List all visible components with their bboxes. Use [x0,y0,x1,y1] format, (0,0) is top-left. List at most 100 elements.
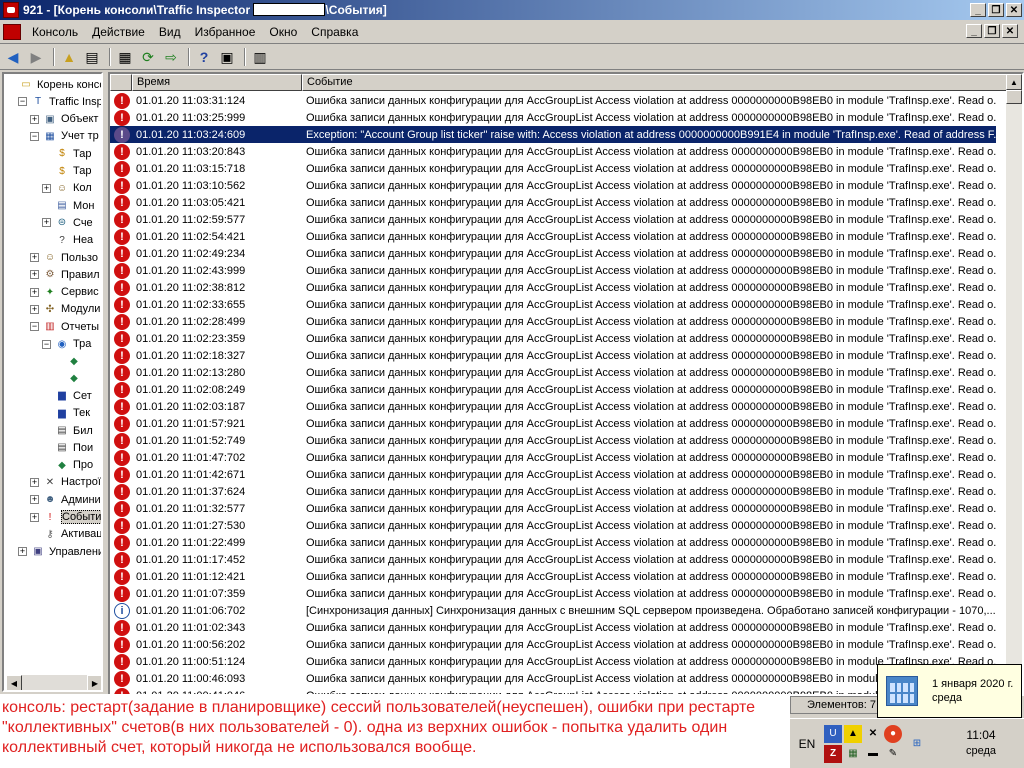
event-row[interactable]: ! 01.01.20 11:03:05:421 Ошибка записи данн… [110,194,996,211]
tree-item[interactable]: − ▥ Отчеты [30,318,99,335]
event-row[interactable]: i 01.01.20 11:01:06:702 [Синхронизация дан… [110,602,996,619]
event-row[interactable]: ! 01.01.20 11:01:52:749 Ошибка записи данн… [110,432,996,449]
tree-item[interactable]: ⚷ Активац [30,526,101,543]
tree-item[interactable]: + ▣ Управлени [18,543,101,560]
show-tree-icon[interactable]: ▤ [82,47,102,67]
event-row[interactable]: ! 01.01.20 11:01:22:499 Ошибка записи данн… [110,534,996,551]
event-row[interactable]: ! 01.01.20 11:01:17:452 Ошибка записи данн… [110,551,996,568]
menu-item[interactable]: Вид [152,25,188,39]
expand-icon[interactable]: + [30,287,39,297]
expand-icon[interactable]: + [30,477,39,487]
shield-icon[interactable]: ● [884,724,902,743]
refresh-icon[interactable]: ⟳ [138,47,158,67]
warning-icon[interactable]: ▲ [844,724,862,743]
network-connection-icon[interactable]: ⊞ [908,735,926,753]
event-row[interactable]: ! 01.01.20 11:01:12:421 Ошибка записи данн… [110,568,996,585]
event-row[interactable]: ! 01.01.20 11:01:37:624 Ошибка записи данн… [110,483,996,500]
tree-item[interactable]: ▤ Мон [42,197,94,214]
tree-item[interactable]: ◆ [54,370,85,387]
tree-item[interactable]: ▤ Бил [42,422,93,439]
up-folder-icon[interactable]: ▲ [59,47,79,67]
tree-item[interactable]: + ☺ Пользо [30,249,98,266]
event-row[interactable]: ! 01.01.20 11:00:56:202 Ошибка записи данн… [110,636,996,653]
drive-icon[interactable]: ▬ [864,745,882,763]
menu-item[interactable]: Справка [304,25,365,39]
tree-item[interactable]: ▆ Сет [42,387,92,404]
event-row[interactable]: ! 01.01.20 11:03:20:843 Ошибка записи данн… [110,143,996,160]
x-icon[interactable]: ✕ [864,725,882,743]
event-row[interactable]: ! 01.01.20 11:02:38:812 Ошибка записи данн… [110,279,996,296]
expand-icon[interactable]: + [30,253,39,262]
collapse-icon[interactable]: − [18,97,27,107]
event-row[interactable]: ! 01.01.20 11:02:28:499 Ошибка записи данн… [110,313,996,330]
tree-item[interactable]: + ✣ Модули [30,301,100,318]
mdi-minimize-button[interactable]: _ [966,24,982,38]
event-row[interactable]: ! 01.01.20 11:01:07:359 Ошибка записи данн… [110,585,996,602]
tree-item[interactable]: ▤ Пои [42,439,93,456]
expand-icon[interactable]: + [42,218,51,228]
tree-item[interactable]: + ☺ Кол [42,180,92,197]
tree-item[interactable]: + ✦ Сервис [30,284,99,301]
properties-icon[interactable]: ▦ [115,47,135,67]
tool-icon[interactable]: ✎ [884,745,902,763]
event-row[interactable]: ! 01.01.20 11:02:23:359 Ошибка записи данн… [110,330,996,347]
mdi-close-button[interactable]: ✕ [1002,24,1018,38]
collapse-icon[interactable]: − [42,339,51,349]
tree-item[interactable]: + ▣ Объект [30,111,98,128]
event-row[interactable]: ! 01.01.20 11:03:31:124 Ошибка записи данн… [110,92,996,109]
event-row[interactable]: ! 01.01.20 11:03:25:999 Ошибка записи данн… [110,109,996,126]
update-icon[interactable]: U [824,724,842,743]
app-icon[interactable] [3,2,19,18]
tree-item[interactable]: $ Тар [42,145,91,162]
scroll-thumb[interactable] [1006,90,1022,104]
help-icon[interactable]: ? [194,47,214,67]
back-icon[interactable]: ◀ [3,47,23,67]
tree-item[interactable]: + ⊜ Сче [42,214,93,231]
tree-item[interactable]: + ✕ Настрої [30,474,101,491]
list-vertical-scrollbar[interactable]: ▲ [1006,74,1022,694]
close-button[interactable]: ✕ [1006,3,1022,17]
tree-item[interactable]: ▆ Тек [42,405,90,422]
expand-icon[interactable]: + [30,304,39,314]
event-row[interactable]: ! 01.01.20 11:01:57:921 Ошибка записи данн… [110,415,996,432]
tree-item[interactable]: ◆ [54,353,85,370]
tree-item[interactable]: ◆ Про [42,457,93,474]
mdi-child-icon[interactable] [3,23,21,40]
menu-item[interactable]: Окно [262,25,304,39]
event-row[interactable]: ! 01.01.20 11:01:02:343 Ошибка записи данн… [110,619,996,636]
expand-icon[interactable]: + [30,114,39,124]
event-row[interactable]: ! 01.01.20 11:00:46:093 Ошибка записи данн… [110,670,996,687]
tree-item[interactable]: − ▦ Учет тр [30,128,99,145]
scroll-left-button[interactable]: ◀ [6,675,22,690]
language-indicator[interactable]: EN [790,737,824,751]
clock[interactable]: 11:04 среда [966,727,996,759]
event-row[interactable]: ! 01.01.20 11:01:32:577 Ошибка записи данн… [110,500,996,517]
event-row[interactable]: ! 01.01.20 11:03:10:562 Ошибка записи данн… [110,177,996,194]
event-row[interactable]: ! 01.01.20 11:01:47:702 Ошибка записи данн… [110,449,996,466]
event-row[interactable]: ! 01.01.20 11:02:54:421 Ошибка записи данн… [110,228,996,245]
event-row[interactable]: ! 01.01.20 11:02:33:655 Ошибка записи данн… [110,296,996,313]
tree-item[interactable]: ? Неа [42,232,93,249]
export-icon[interactable]: ⇨ [161,47,181,67]
event-row[interactable]: ! 01.01.20 11:02:03:187 Ошибка записи данн… [110,398,996,415]
columns-icon[interactable]: ▥ [250,47,270,67]
expand-icon[interactable]: + [42,183,51,193]
tree-item[interactable]: +! Событи [30,509,101,526]
expand-icon[interactable]: + [30,512,39,522]
expand-icon[interactable]: + [30,495,39,505]
event-row[interactable]: ! 01.01.20 11:03:15:718 Ошибка записи данн… [110,160,996,177]
event-row[interactable]: ! 01.01.20 11:02:59:577 Ошибка записи данн… [110,211,996,228]
tree-item[interactable]: + ⚙ Правил [30,266,100,283]
console-tree[interactable]: ▭Корень консол−TTraffic Inspe+▣Объект−▦У… [2,72,103,692]
forward-icon[interactable]: ▶ [26,47,46,67]
expand-icon[interactable]: + [18,547,27,557]
maximize-button[interactable]: ❐ [988,3,1004,17]
tree-item[interactable]: + ☻ Админи [30,491,101,508]
menu-item[interactable]: Консоль [25,25,85,39]
time-column-header[interactable]: Время [132,74,302,91]
view-icon[interactable]: ▣ [217,47,237,67]
scroll-right-button[interactable]: ▶ [87,675,101,690]
event-row[interactable]: ! 01.01.20 11:02:43:999 Ошибка записи данн… [110,262,996,279]
collapse-icon[interactable]: − [30,131,39,141]
event-row[interactable]: ! 01.01.20 11:02:13:280 Ошибка записи данн… [110,364,996,381]
